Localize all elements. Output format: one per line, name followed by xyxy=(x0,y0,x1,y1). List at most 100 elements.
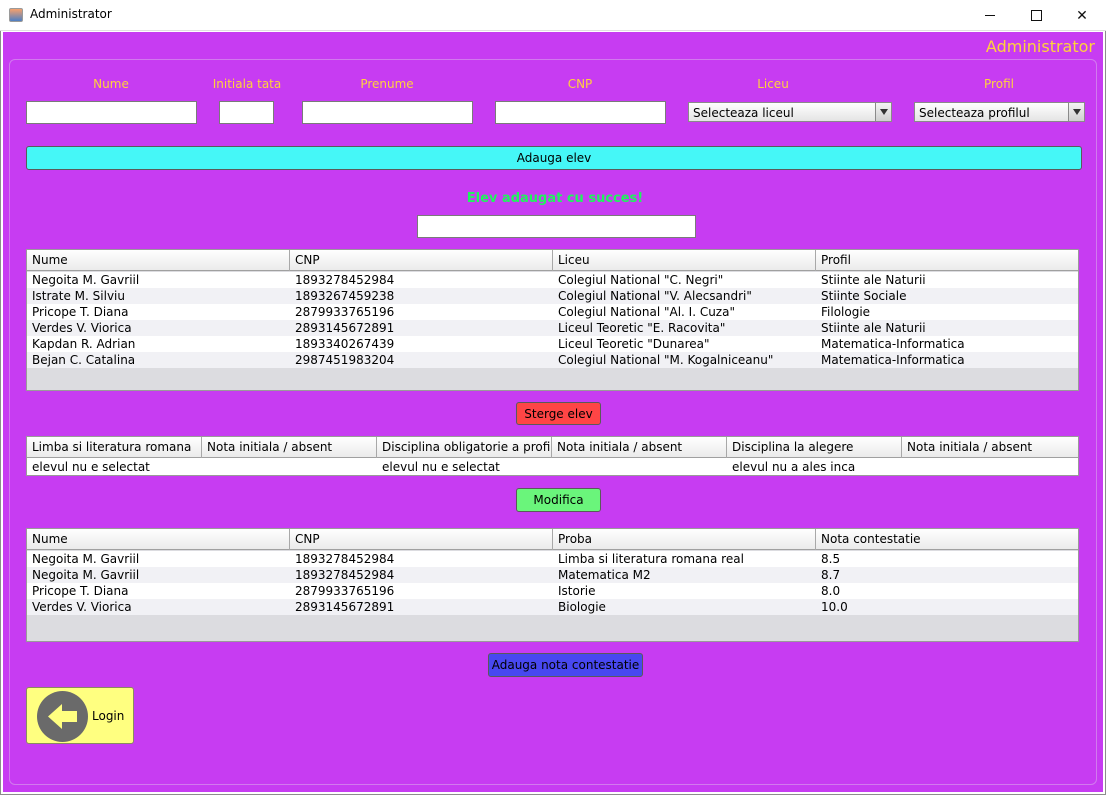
table-cell: Pricope T. Diana xyxy=(32,584,129,598)
table-cell: Matematica M2 xyxy=(558,568,651,582)
column-header[interactable]: Nume xyxy=(27,250,290,271)
table-cell: 1893340267439 xyxy=(295,337,395,351)
table-cell[interactable]: elevul nu a ales inca xyxy=(727,459,902,475)
liceu-select[interactable]: Selecteaza liceul xyxy=(688,102,892,122)
column-header[interactable]: Proba xyxy=(553,529,816,550)
table-row[interactable]: Pricope T. Diana 2879933765196 Colegiul … xyxy=(27,304,1078,320)
cnp-label: CNP xyxy=(567,77,593,91)
login-label: Login xyxy=(92,709,125,723)
table-row[interactable]: elevul nu e selectat elevul nu e selecta… xyxy=(27,459,1078,475)
table-cell[interactable] xyxy=(902,459,1078,475)
table-cell: 8.0 xyxy=(821,584,841,598)
table-row[interactable]: Verdes V. Viorica 2893145672891 Biologie… xyxy=(27,599,1078,615)
main-frame: Administrator Nume Initiala tata Prenume… xyxy=(3,32,1103,792)
success-message: Elev adaugat cu succes! xyxy=(466,191,644,206)
table-cell: Colegiul National "Al. I. Cuza" xyxy=(558,305,735,319)
table-row[interactable]: Negoita M. Gavriil 1893278452984 Colegiu… xyxy=(27,272,1078,288)
table-cell: 2879933765196 xyxy=(295,305,395,319)
students-table[interactable]: Nume CNP Liceu Profil Negoita M. Gavriil… xyxy=(26,249,1079,391)
table-cell: Biologie xyxy=(558,600,606,614)
table-row[interactable]: Pricope T. Diana 2879933765196 Istorie 8… xyxy=(27,583,1078,599)
table-row[interactable]: Negoita M. Gavriil 1893278452984 Matemat… xyxy=(27,567,1078,583)
status-field[interactable] xyxy=(417,215,696,238)
table-cell[interactable] xyxy=(202,459,377,475)
students-table-header: Nume CNP Liceu Profil xyxy=(27,250,1078,271)
appeals-table-header: Nume CNP Proba Nota contestatie xyxy=(27,529,1078,550)
appeals-table[interactable]: Nume CNP Proba Nota contestatie Negoita … xyxy=(26,528,1079,642)
minimize-button[interactable] xyxy=(967,0,1013,31)
table-cell: Liceul Teoretic "Dunarea" xyxy=(558,337,710,351)
table-cell: 2893145672891 xyxy=(295,600,395,614)
profil-dropdown-arrow[interactable] xyxy=(1068,103,1084,121)
table-cell: Colegiul National "M. Kogalniceanu" xyxy=(558,353,774,367)
grades-table-body: elevul nu e selectat elevul nu e selecta… xyxy=(27,459,1078,475)
column-header[interactable]: Nota initiala / absent xyxy=(202,437,377,458)
column-header[interactable]: CNP xyxy=(290,529,553,550)
table-cell: Verdes V. Viorica xyxy=(32,321,132,335)
liceu-dropdown-arrow[interactable] xyxy=(875,103,891,121)
students-table-body: Negoita M. Gavriil 1893278452984 Colegiu… xyxy=(27,272,1078,368)
liceu-label: Liceu xyxy=(757,77,789,91)
modify-button[interactable]: Modifica xyxy=(516,488,601,512)
column-header[interactable]: CNP xyxy=(290,250,553,271)
window-title: Administrator xyxy=(30,7,112,21)
close-icon: ✕ xyxy=(1076,7,1088,24)
table-row[interactable]: Verdes V. Viorica 2893145672891 Liceul T… xyxy=(27,320,1078,336)
cnp-input[interactable] xyxy=(495,101,666,124)
initiala-input[interactable] xyxy=(219,101,274,124)
table-cell: 8.5 xyxy=(821,552,841,566)
table-cell: 1893278452984 xyxy=(295,552,395,566)
column-header[interactable]: Profil xyxy=(816,250,1078,271)
table-cell: Matematica-Informatica xyxy=(821,337,965,351)
table-cell: 1893278452984 xyxy=(295,273,395,287)
add-appeal-grade-button[interactable]: Adauga nota contestatie xyxy=(488,653,643,677)
table-cell[interactable]: elevul nu e selectat xyxy=(27,459,202,475)
chevron-down-icon xyxy=(1072,109,1081,115)
table-cell: Negoita M. Gavriil xyxy=(32,568,140,582)
back-arrow-icon xyxy=(37,691,88,742)
column-header[interactable]: Disciplina obligatorie a profil... xyxy=(377,437,552,458)
table-cell: Filologie xyxy=(821,305,871,319)
table-cell: Stiinte ale Naturii xyxy=(821,273,926,287)
table-cell: Verdes V. Viorica xyxy=(32,600,132,614)
table-cell[interactable]: elevul nu e selectat xyxy=(377,459,552,475)
column-header[interactable]: Liceu xyxy=(553,250,816,271)
liceu-select-value: Selecteaza liceul xyxy=(693,106,794,120)
column-header[interactable]: Limba si literatura romana xyxy=(27,437,202,458)
column-header[interactable]: Nume xyxy=(27,529,290,550)
table-cell: Colegiul National "V. Alecsandri" xyxy=(558,289,752,303)
chevron-down-icon xyxy=(879,109,888,115)
column-header[interactable]: Nota initiala / absent xyxy=(902,437,1078,458)
table-row[interactable]: Negoita M. Gavriil 1893278452984 Limba s… xyxy=(27,551,1078,567)
window-titlebar: Administrator ✕ xyxy=(0,0,1106,31)
add-student-button[interactable]: Adauga elev xyxy=(26,146,1082,170)
table-row[interactable]: Istrate M. Silviu 1893267459238 Colegiul… xyxy=(27,288,1078,304)
table-cell: Stiinte ale Naturii xyxy=(821,321,926,335)
table-cell: Pricope T. Diana xyxy=(32,305,129,319)
table-cell: 2879933765196 xyxy=(295,584,395,598)
nume-label: Nume xyxy=(93,77,129,91)
maximize-button[interactable] xyxy=(1013,0,1059,31)
table-cell: Istrate M. Silviu xyxy=(32,289,125,303)
profil-select[interactable]: Selecteaza profilul xyxy=(914,102,1085,122)
table-row[interactable]: Kapdan R. Adrian 1893340267439 Liceul Te… xyxy=(27,336,1078,352)
profil-label: Profil xyxy=(984,77,1014,91)
back-arrow-icon-graphic xyxy=(48,704,77,729)
table-cell: Stiinte Sociale xyxy=(821,289,907,303)
prenume-label: Prenume xyxy=(360,77,414,91)
column-header[interactable]: Nota contestatie xyxy=(816,529,1078,550)
table-cell: Colegiul National "C. Negri" xyxy=(558,273,724,287)
delete-student-button[interactable]: Sterge elev xyxy=(516,402,601,425)
close-button[interactable]: ✕ xyxy=(1059,0,1105,31)
column-header[interactable]: Nota initiala / absent xyxy=(552,437,727,458)
maximize-icon xyxy=(1030,10,1042,21)
java-app-icon xyxy=(9,8,23,22)
login-button[interactable]: Login xyxy=(26,687,134,744)
column-header[interactable]: Disciplina la alegere xyxy=(727,437,902,458)
table-row[interactable]: Bejan C. Catalina 2987451983204 Colegiul… xyxy=(27,352,1078,368)
nume-input[interactable] xyxy=(26,101,197,124)
prenume-input[interactable] xyxy=(302,101,473,124)
grades-table[interactable]: Limba si literatura romana Nota initiala… xyxy=(26,436,1079,476)
table-cell[interactable] xyxy=(552,459,727,475)
profil-select-value: Selecteaza profilul xyxy=(919,106,1030,120)
